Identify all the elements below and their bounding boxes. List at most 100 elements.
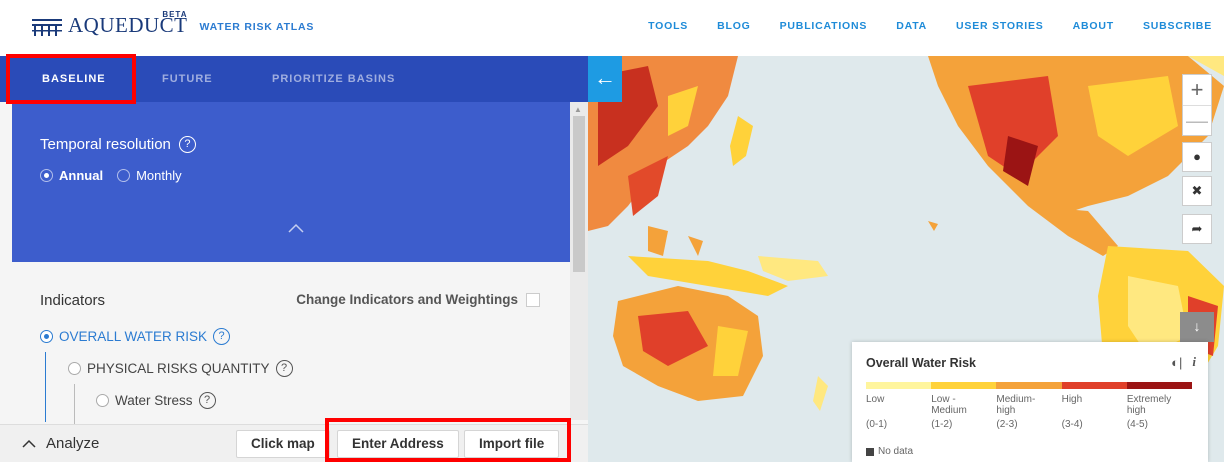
indicators-heading: Indicators bbox=[40, 292, 106, 309]
shrink-arrows-icon: ✖ bbox=[1191, 183, 1203, 198]
indicator-physical-risks-quantity[interactable]: PHYSICAL RISKS QUANTITY ? bbox=[68, 360, 293, 377]
basemap-layers-button[interactable]: ● bbox=[1182, 142, 1212, 172]
legend-category-label: Medium- high bbox=[996, 394, 1036, 416]
change-indicators-label: Change Indicators and Weightings bbox=[296, 292, 518, 307]
map-legend: Overall Water Risk ◐| i Low (0-1) Low - … bbox=[852, 342, 1208, 462]
chevron-up-icon bbox=[22, 439, 36, 448]
analyze-toggle[interactable]: Analyze bbox=[22, 435, 99, 452]
legend-category-label: High bbox=[1061, 394, 1083, 405]
legend-categories: Low (0-1) Low - Medium (1-2) Medium- hig… bbox=[866, 394, 1192, 430]
radio-annual[interactable]: Annual bbox=[40, 168, 103, 183]
help-icon[interactable]: ? bbox=[198, 392, 216, 409]
collapse-panel-button[interactable]: ← bbox=[588, 56, 622, 102]
sidebar-panel: BASELINE FUTURE PRIORITIZE BASINS Tempor… bbox=[0, 56, 588, 462]
aqueduct-logo-icon bbox=[32, 19, 62, 36]
indicator-overall-water-risk[interactable]: OVERALL WATER RISK ? bbox=[40, 328, 231, 345]
legend-swatch-low bbox=[866, 382, 932, 389]
indicator-label: OVERALL WATER RISK bbox=[59, 329, 208, 344]
import-file-button[interactable]: Import file bbox=[464, 430, 560, 458]
zoom-in-button[interactable]: + bbox=[1183, 75, 1211, 105]
legend-category-range: (3-4) bbox=[1061, 419, 1083, 430]
tree-connector bbox=[45, 352, 46, 422]
change-indicators-toggle[interactable]: Change Indicators and Weightings bbox=[296, 292, 540, 307]
legend-category-range: (0-1) bbox=[866, 419, 888, 430]
help-icon[interactable]: ? bbox=[275, 360, 293, 377]
radio-selected-icon bbox=[40, 169, 53, 182]
legend-swatch-low-medium bbox=[931, 382, 997, 389]
beta-badge: BETA bbox=[162, 10, 188, 19]
share-arrow-icon: ➦ bbox=[1191, 221, 1203, 236]
scrollbar-thumb[interactable] bbox=[573, 116, 585, 272]
legend-tools: ◐| i bbox=[1171, 354, 1196, 370]
radio-annual-label: Annual bbox=[59, 168, 104, 183]
nav-user-stories[interactable]: USER STORIES bbox=[956, 20, 1044, 32]
checkbox[interactable] bbox=[526, 292, 540, 307]
zoom-control: + — bbox=[1182, 74, 1212, 136]
legend-swatch-high bbox=[1061, 382, 1127, 389]
radio-unselected-icon bbox=[96, 394, 109, 407]
tab-bar: BASELINE FUTURE PRIORITIZE BASINS bbox=[0, 56, 588, 102]
click-map-button[interactable]: Click map bbox=[236, 430, 330, 458]
info-icon[interactable]: i bbox=[1192, 354, 1196, 370]
map-view[interactable]: ← + — ● ✖ ➦ ↓ Overall Water Risk ◐| i Lo… bbox=[588, 56, 1224, 462]
legend-category-label: Low - Medium bbox=[931, 394, 967, 416]
no-data-swatch bbox=[866, 447, 874, 456]
nav-publications[interactable]: PUBLICATIONS bbox=[780, 20, 868, 32]
legend-category-label: Low bbox=[866, 394, 885, 405]
main-nav: TOOLS BLOG PUBLICATIONS DATA USER STORIE… bbox=[648, 20, 1212, 32]
temporal-radio-group: Annual Monthly bbox=[40, 168, 182, 183]
analyze-bar: Analyze Click map Enter Address Import f… bbox=[0, 424, 588, 462]
legend-category: Low (0-1) bbox=[866, 394, 931, 430]
legend-category: Medium- high (2-3) bbox=[996, 394, 1061, 430]
opacity-icon[interactable]: ◐| bbox=[1171, 355, 1182, 370]
legend-category-range: (2-3) bbox=[996, 419, 1018, 430]
legend-swatch-extremely-high bbox=[1126, 382, 1193, 389]
nav-subscribe[interactable]: SUBSCRIBE bbox=[1143, 20, 1212, 32]
radio-monthly[interactable]: Monthly bbox=[117, 168, 182, 183]
layers-icon: ● bbox=[1193, 149, 1201, 164]
no-data-label: No data bbox=[878, 446, 914, 457]
logo-subtitle: WATER RISK ATLAS bbox=[199, 21, 315, 33]
tab-future[interactable]: FUTURE bbox=[162, 56, 213, 102]
legend-swatch-medium-high bbox=[996, 382, 1062, 389]
tab-prioritize-basins[interactable]: PRIORITIZE BASINS bbox=[272, 56, 395, 102]
legend-color-bar bbox=[866, 382, 1193, 389]
indicator-label: PHYSICAL RISKS QUANTITY bbox=[87, 361, 270, 376]
scroll-up-arrow-icon[interactable]: ▲ bbox=[574, 105, 582, 114]
legend-toggle-button[interactable]: ↓ bbox=[1180, 312, 1214, 342]
tree-connector bbox=[74, 384, 75, 424]
share-button[interactable]: ➦ bbox=[1182, 214, 1212, 244]
radio-unselected-icon bbox=[117, 169, 131, 182]
legend-no-data: No data bbox=[866, 446, 913, 457]
legend-category: High (3-4) bbox=[1062, 394, 1127, 430]
zoom-out-button[interactable]: — bbox=[1183, 105, 1211, 135]
temporal-resolution-section: Temporal resolution ? Annual Monthly bbox=[12, 102, 570, 262]
enter-address-button[interactable]: Enter Address bbox=[337, 430, 459, 458]
arrow-left-icon: ← bbox=[594, 65, 616, 90]
top-navigation-bar: AQUEDUCT BETA WATER RISK ATLAS TOOLS BLO… bbox=[0, 0, 1224, 56]
panel-scrollbar[interactable]: ▲ bbox=[570, 102, 588, 420]
nav-about[interactable]: ABOUT bbox=[1073, 20, 1114, 32]
indicator-label: Water Stress bbox=[115, 393, 193, 408]
analyze-label: Analyze bbox=[46, 435, 100, 452]
temporal-resolution-label: Temporal resolution ? bbox=[40, 136, 196, 153]
fit-view-button[interactable]: ✖ bbox=[1182, 176, 1212, 206]
nav-tools[interactable]: TOOLS bbox=[648, 20, 688, 32]
aqueduct-logo[interactable]: AQUEDUCT BETA WATER RISK ATLAS bbox=[32, 10, 315, 36]
legend-title: Overall Water Risk bbox=[866, 356, 977, 370]
logo-wordmark: AQUEDUCT BETA bbox=[68, 10, 188, 36]
temporal-label-text: Temporal resolution bbox=[40, 136, 171, 153]
legend-category: Low - Medium (1-2) bbox=[931, 394, 996, 430]
legend-category-range: (1-2) bbox=[931, 419, 953, 430]
help-icon[interactable]: ? bbox=[213, 328, 231, 345]
tab-baseline[interactable]: BASELINE bbox=[42, 56, 106, 102]
help-icon[interactable]: ? bbox=[178, 136, 196, 153]
radio-unselected-icon bbox=[68, 362, 81, 375]
nav-blog[interactable]: BLOG bbox=[717, 20, 751, 32]
radio-selected-icon bbox=[40, 330, 53, 343]
legend-category-label: Extremely high bbox=[1126, 394, 1172, 416]
collapse-chevron-up-icon[interactable] bbox=[287, 220, 305, 238]
legend-category: Extremely high (4-5) bbox=[1127, 394, 1192, 430]
nav-data[interactable]: DATA bbox=[896, 20, 927, 32]
indicator-water-stress[interactable]: Water Stress ? bbox=[96, 392, 216, 409]
